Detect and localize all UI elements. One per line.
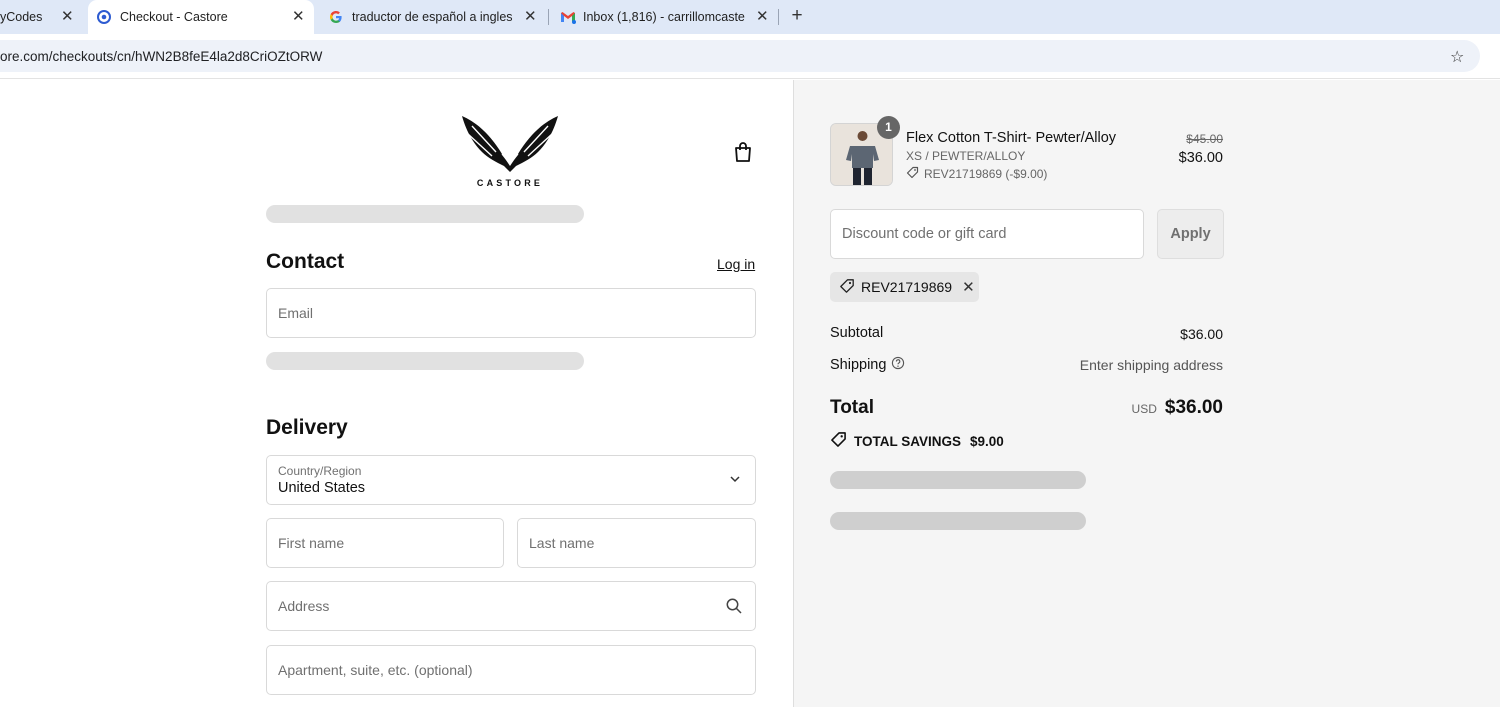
total-currency: USD (1131, 402, 1157, 416)
discount-code-input[interactable]: Discount code or gift card (830, 209, 1144, 259)
shipping-value: Enter shipping address (1079, 357, 1223, 373)
tab-title: traductor de español a ingles y (352, 10, 514, 24)
product-name: Flex Cotton T-Shirt- Pewter/Alloy (906, 130, 1117, 146)
close-icon[interactable]: ✕ (61, 7, 74, 25)
savings-label: TOTAL SAVINGS (854, 433, 962, 449)
login-link[interactable]: Log in (717, 256, 755, 272)
tab-title: yCodes (0, 10, 43, 24)
total-label: Total (830, 397, 874, 418)
address-bar-url[interactable]: ore.com/checkouts/cn/hWN2B8feE4la2d8CriO… (0, 49, 322, 64)
tab-google-translate[interactable]: traductor de español a ingles y ✕ (318, 0, 544, 34)
apartment-placeholder: Apartment, suite, etc. (optional) (278, 662, 473, 678)
first-name-placeholder: First name (278, 535, 345, 551)
shipping-text: Shipping (830, 357, 887, 373)
order-summary-panel (793, 80, 1500, 707)
apartment-field[interactable]: Apartment, suite, etc. (optional) (266, 645, 756, 695)
shipping-label: Shipping (830, 356, 905, 374)
last-name-placeholder: Last name (529, 535, 595, 551)
address-placeholder: Address (278, 598, 330, 614)
country-region-select[interactable]: Country/Region United States (266, 455, 756, 505)
delivery-heading: Delivery (266, 416, 348, 439)
gmail-icon (560, 10, 576, 24)
product-variant: XS / PEWTER/ALLOY (906, 149, 1026, 163)
tag-icon (906, 166, 919, 182)
product-discount-text: REV21719869 (-$9.00) (924, 167, 1048, 181)
subtotal-label: Subtotal (830, 325, 883, 341)
tab-codes[interactable]: yCodes ✕ (0, 0, 86, 34)
bookmark-star-icon[interactable]: ☆ (1450, 47, 1464, 67)
loading-placeholder (266, 352, 584, 370)
google-icon (329, 10, 343, 24)
first-name-field[interactable]: First name (266, 518, 504, 568)
tab-checkout-castore[interactable]: Checkout - Castore ✕ (88, 0, 314, 34)
country-value: United States (278, 480, 366, 496)
applied-code: REV21719869 (861, 279, 953, 295)
total-savings: TOTAL SAVINGS $9.00 (830, 431, 1004, 451)
address-field[interactable]: Address (266, 581, 756, 631)
browser-tab-bar: yCodes ✕ Checkout - Castore ✕ traductor … (0, 0, 1500, 34)
product-price: $36.00 (1178, 150, 1223, 166)
discount-placeholder: Discount code or gift card (842, 226, 1007, 242)
email-placeholder: Email (278, 305, 314, 321)
loading-placeholder (830, 512, 1086, 530)
loading-placeholder (266, 205, 584, 223)
close-icon[interactable]: ✕ (524, 7, 537, 25)
subtotal-value: $36.00 (1180, 326, 1223, 342)
last-name-field[interactable]: Last name (517, 518, 756, 568)
apply-button[interactable]: Apply (1157, 209, 1224, 259)
original-price: $45.00 (1186, 132, 1223, 146)
tab-gmail-inbox[interactable]: Inbox (1,816) - carrillomcastelc ✕ (552, 0, 778, 34)
total-amount: $36.00 (1164, 397, 1223, 418)
tab-title: Inbox (1,816) - carrillomcastelc (583, 10, 745, 24)
remove-discount-close-icon[interactable]: ✕ (962, 278, 975, 296)
chevron-down-icon (728, 472, 742, 491)
subtotal-text: Subtotal (830, 325, 884, 341)
shopping-bag-icon[interactable] (731, 140, 755, 169)
country-label: Country/Region (278, 464, 362, 478)
applied-discount-chip: REV21719869 ✕ (830, 272, 979, 302)
close-icon[interactable]: ✕ (292, 7, 305, 25)
new-tab-button[interactable]: + (788, 5, 806, 27)
product-discount: REV21719869 (-$9.00) (906, 166, 1047, 182)
email-field[interactable]: Email (266, 288, 756, 338)
total-value: USD $36.00 (1132, 397, 1223, 419)
loading-placeholder (830, 471, 1086, 489)
tab-separator (778, 9, 779, 25)
contact-heading: Contact (266, 250, 345, 273)
castore-favicon-icon (97, 10, 111, 24)
close-icon[interactable]: ✕ (756, 7, 769, 25)
tab-separator (548, 9, 549, 25)
tag-icon (830, 431, 847, 451)
tab-title: Checkout - Castore (120, 10, 228, 24)
quantity-badge: 1 (877, 116, 900, 139)
brand-wordmark: CASTORE (476, 178, 544, 188)
savings-value: $9.00 (970, 433, 1004, 449)
help-icon[interactable] (891, 356, 905, 374)
tag-icon (839, 278, 855, 297)
search-icon (725, 597, 743, 620)
